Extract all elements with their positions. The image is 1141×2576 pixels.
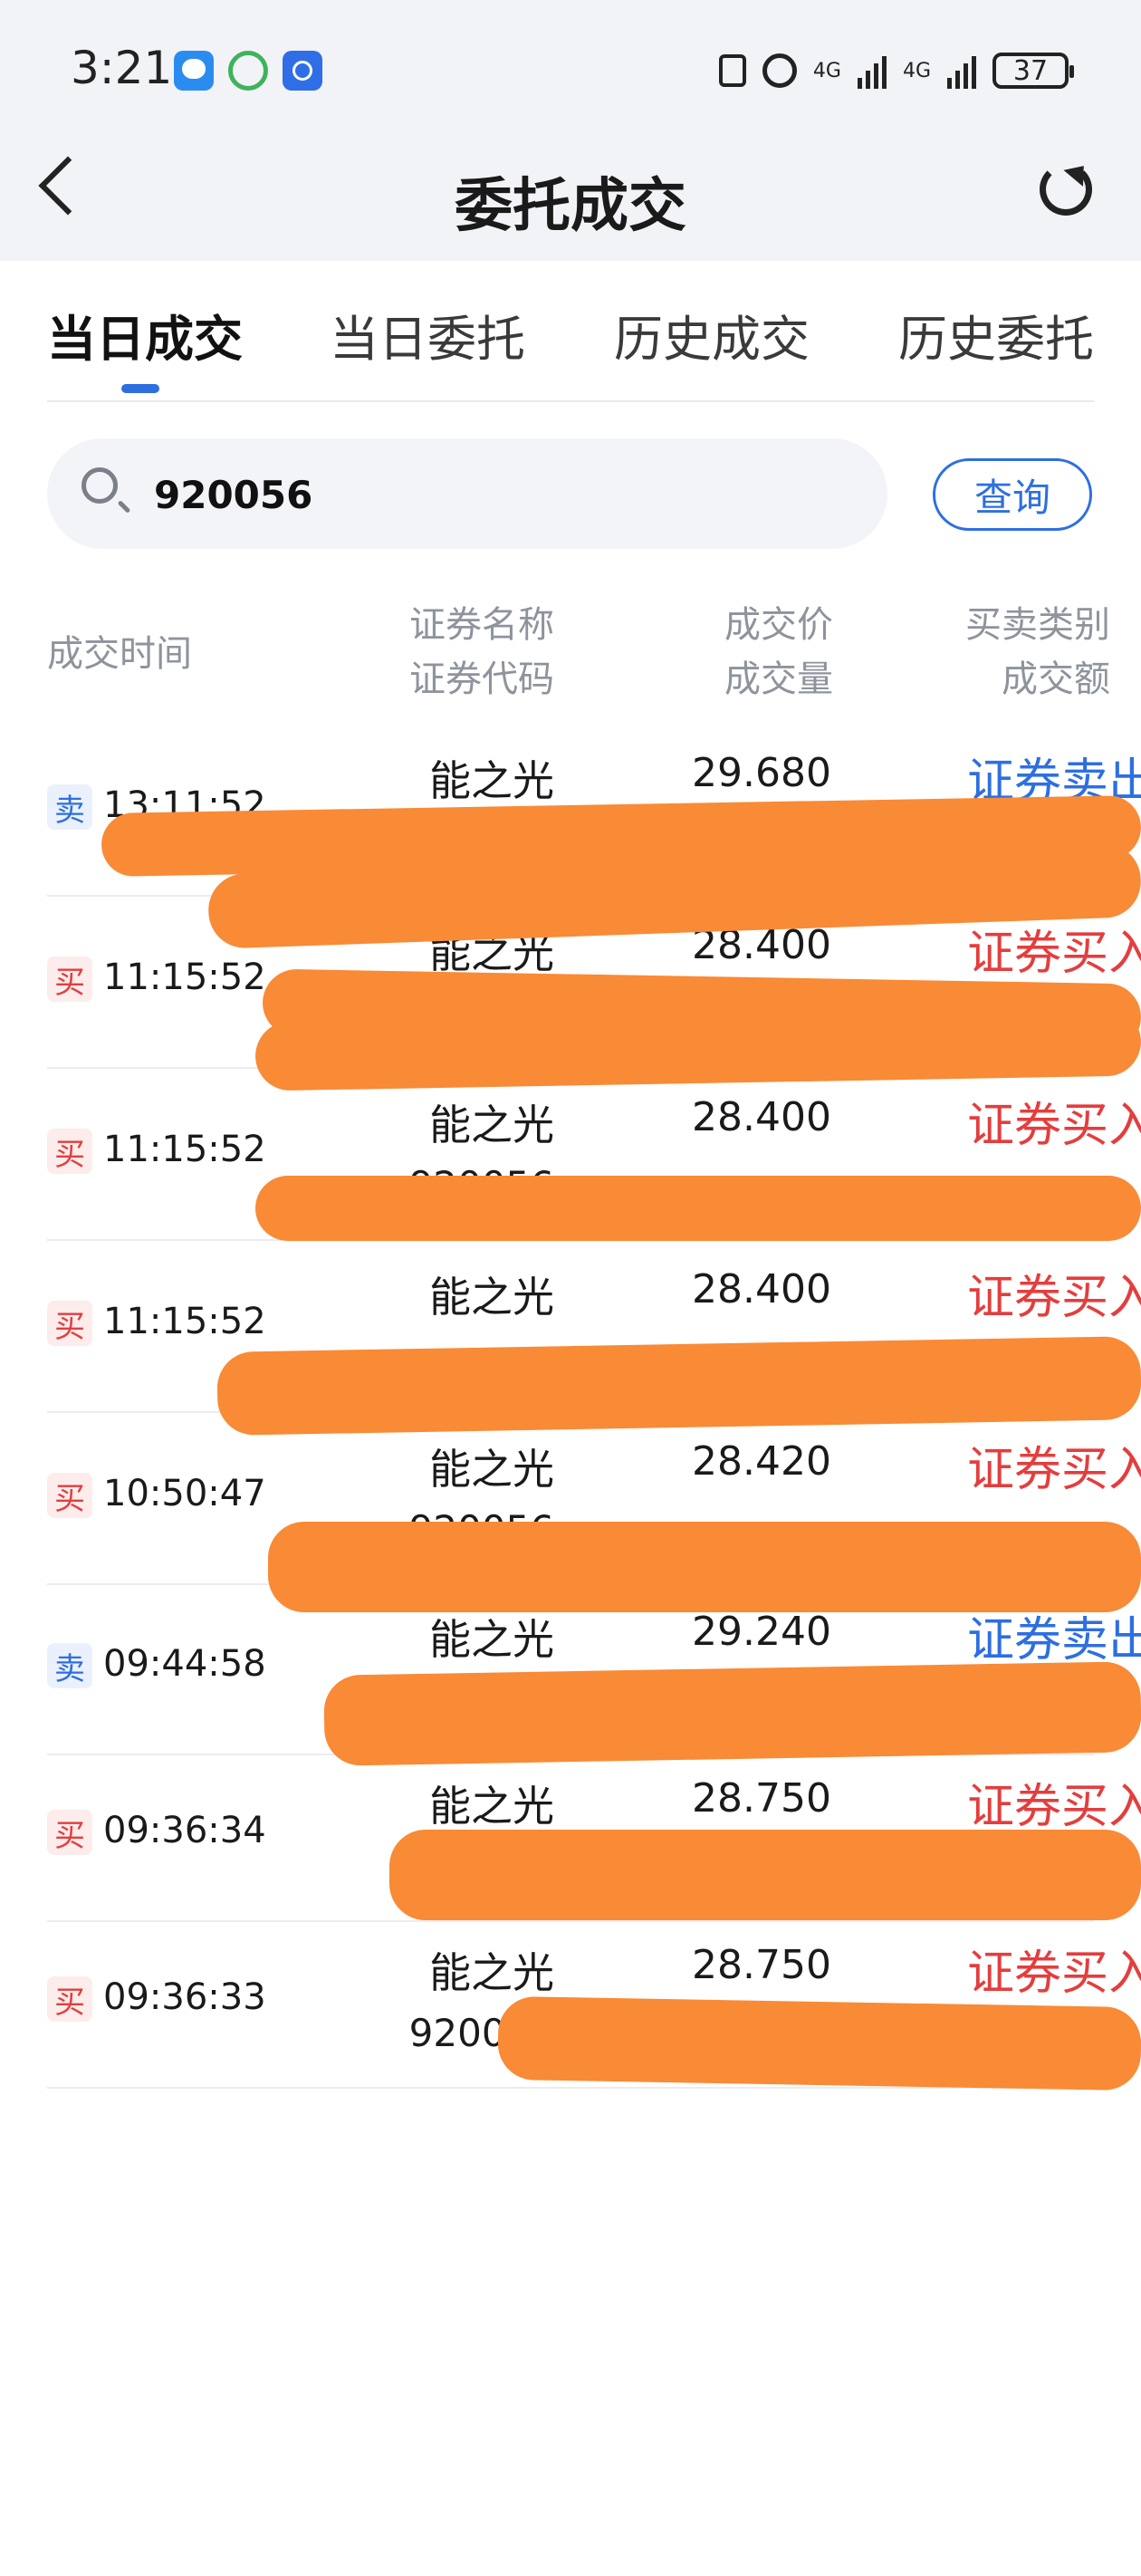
column-type: 买卖类别 [965, 604, 1110, 646]
column-time: 成交时间 [47, 633, 192, 675]
redaction-mark [497, 1995, 1141, 2091]
trade-time: 09:36:34 [103, 1810, 266, 1851]
column-name-code: 证券名称 证券代码 [346, 598, 554, 706]
status-icons: 4G 4G 37 [718, 49, 1074, 92]
network-label-2: 4G [902, 59, 931, 82]
column-amount: 成交额 [1002, 658, 1110, 700]
column-type-amount: 买卖类别 成交额 [815, 598, 1110, 706]
network-label-1: 4G [812, 59, 841, 82]
redaction-mark [389, 1830, 1141, 1920]
tab-divider [47, 400, 1094, 402]
battery-icon: 37 [992, 53, 1074, 89]
signal-icon [857, 53, 887, 89]
trade-time: 09:44:58 [103, 1643, 266, 1685]
trade-price: 28.400 [692, 1266, 831, 1312]
tab-history-orders[interactable]: 历史委托 [898, 299, 1094, 370]
green-app-icon [228, 51, 268, 91]
active-tab-indicator [121, 384, 159, 393]
alarm-icon [762, 53, 797, 88]
page-title: 委托成交 [455, 173, 686, 240]
trade-time: 11:15:52 [103, 956, 266, 998]
redaction-mark [216, 1336, 1141, 1436]
battery-level: 37 [1012, 54, 1049, 87]
trade-price: 29.680 [692, 750, 831, 796]
search-icon [82, 467, 118, 504]
security-name: 能之光 [429, 756, 554, 805]
side-badge: 买 [47, 956, 92, 1002]
tab-today-orders[interactable]: 当日委托 [330, 299, 525, 370]
trade-type: 证券买入 [966, 1271, 1141, 1325]
trade-price: 28.400 [692, 1094, 831, 1140]
security-name: 能之光 [429, 1273, 554, 1322]
trade-time: 11:15:52 [103, 1129, 266, 1170]
trade-price: 28.750 [692, 1942, 831, 1988]
side-badge: 买 [47, 1976, 92, 2022]
trade-type: 证券买入 [966, 1946, 1141, 2001]
tab-today-trades[interactable]: 当日成交 [47, 299, 243, 370]
redaction-mark [268, 1522, 1141, 1612]
side-badge: 买 [47, 1810, 92, 1855]
column-volume: 成交量 [724, 658, 833, 700]
tab-history-trades[interactable]: 历史成交 [614, 299, 810, 370]
side-badge: 买 [47, 1473, 92, 1518]
column-name: 证券名称 [409, 604, 554, 646]
security-name: 能之光 [429, 1948, 554, 1997]
trade-price: 28.750 [692, 1775, 831, 1821]
trade-type: 证券买入 [966, 1443, 1141, 1497]
trade-time: 10:50:47 [103, 1473, 266, 1514]
search-input[interactable] [152, 467, 844, 522]
trade-price: 28.420 [692, 1438, 831, 1485]
column-price: 成交价 [724, 604, 833, 646]
side-badge: 卖 [47, 1643, 92, 1688]
column-code: 证券代码 [409, 658, 554, 700]
status-time: 3:21 [71, 42, 173, 94]
side-badge: 卖 [47, 784, 92, 830]
side-badge: 买 [47, 1301, 92, 1346]
trade-type: 证券买入 [966, 1099, 1141, 1153]
trade-time: 11:15:52 [103, 1301, 266, 1342]
column-price-volume: 成交价 成交量 [598, 598, 833, 706]
side-badge: 买 [47, 1129, 92, 1174]
security-name: 能之光 [429, 1782, 554, 1831]
redaction-mark [255, 1176, 1141, 1241]
redaction-mark [323, 1661, 1141, 1766]
signal-icon-2 [947, 53, 976, 89]
trade-time: 09:36:33 [103, 1976, 266, 2018]
security-name: 能之光 [429, 1615, 554, 1664]
nfc-icon [718, 54, 746, 87]
query-button[interactable]: 查询 [933, 458, 1092, 531]
blue-app-icon [283, 51, 322, 91]
security-name: 能之光 [429, 1445, 554, 1494]
security-name: 能之光 [429, 1101, 554, 1149]
trade-price: 29.240 [692, 1609, 831, 1655]
message-app-icon [174, 51, 214, 91]
refresh-icon[interactable] [1040, 163, 1092, 216]
trade-type: 证券买入 [966, 1780, 1141, 1834]
